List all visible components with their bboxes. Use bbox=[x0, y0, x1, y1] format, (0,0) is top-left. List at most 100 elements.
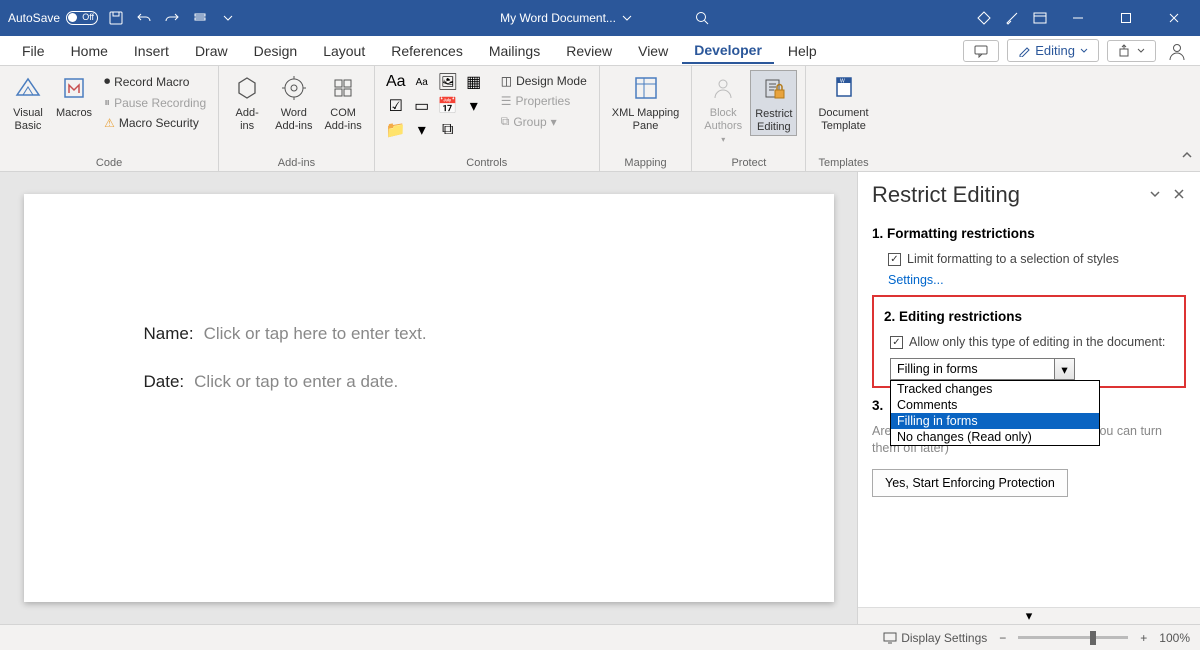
window-icon[interactable] bbox=[1030, 8, 1050, 28]
save-icon[interactable] bbox=[106, 8, 126, 28]
tab-file[interactable]: File bbox=[10, 39, 57, 63]
restrict-editing-label: Restrict Editing bbox=[755, 108, 792, 133]
combo-option-tracked[interactable]: Tracked changes bbox=[891, 381, 1099, 397]
tab-view[interactable]: View bbox=[626, 39, 680, 63]
section-1-title: 1. Formatting restrictions bbox=[872, 226, 1186, 241]
tab-mailings[interactable]: Mailings bbox=[477, 39, 552, 63]
person-icon bbox=[1166, 40, 1188, 62]
design-mode-label: Design Mode bbox=[516, 74, 587, 88]
chevron-down-icon bbox=[622, 13, 632, 23]
close-button[interactable] bbox=[1154, 0, 1194, 36]
combo-option-filling[interactable]: Filling in forms bbox=[891, 413, 1099, 429]
restrict-editing-button[interactable]: Restrict Editing bbox=[750, 70, 797, 136]
block-authors-icon bbox=[707, 72, 739, 104]
autosave-toggle[interactable]: AutoSave bbox=[8, 11, 98, 25]
work-area: Name: Click or tap here to enter text. D… bbox=[0, 172, 1200, 624]
macros-button[interactable]: Macros bbox=[52, 70, 96, 122]
blank-icon bbox=[461, 118, 487, 142]
word-addins-button[interactable]: Word Add-ins bbox=[271, 70, 316, 134]
redo-icon[interactable] bbox=[162, 8, 182, 28]
name-placeholder[interactable]: Click or tap here to enter text. bbox=[204, 324, 427, 344]
group-addins-label: Add-ins bbox=[227, 155, 366, 169]
name-label: Name: bbox=[144, 324, 194, 344]
combo-option-comments[interactable]: Comments bbox=[891, 397, 1099, 413]
record-macro-button[interactable]: ⏺Record Macro bbox=[100, 72, 210, 91]
comments-button[interactable] bbox=[963, 40, 999, 62]
combo-option-nochanges[interactable]: No changes (Read only) bbox=[891, 429, 1099, 445]
date-picker-control-icon[interactable]: 📅 bbox=[435, 94, 461, 118]
zoom-slider[interactable] bbox=[1018, 636, 1128, 639]
display-settings-button[interactable]: Display Settings bbox=[883, 631, 987, 645]
share-button[interactable] bbox=[1107, 40, 1156, 62]
design-mode-icon: ◫ bbox=[501, 74, 512, 88]
chevron-down-icon bbox=[1137, 47, 1145, 55]
pencil-icon bbox=[1018, 45, 1030, 57]
chevron-down-icon: ▾ bbox=[551, 115, 557, 129]
settings-link[interactable]: Settings... bbox=[872, 269, 1186, 291]
display-icon bbox=[883, 631, 897, 645]
legacy-tools-icon[interactable]: 📁 bbox=[383, 118, 409, 142]
tab-help[interactable]: Help bbox=[776, 39, 829, 63]
picture-control-icon[interactable]: 🖼 bbox=[435, 70, 461, 94]
block-authors-button[interactable]: Block Authors▾ bbox=[700, 70, 746, 146]
visual-basic-button[interactable]: Visual Basic bbox=[8, 70, 48, 134]
date-placeholder[interactable]: Click or tap to enter a date. bbox=[194, 372, 398, 392]
qat-overflow-icon[interactable] bbox=[190, 8, 210, 28]
undo-icon[interactable] bbox=[134, 8, 154, 28]
building-block-control-icon[interactable]: ▦ bbox=[461, 70, 487, 94]
brush-icon[interactable] bbox=[1002, 8, 1022, 28]
plain-text-control-icon[interactable]: Aa bbox=[409, 70, 435, 94]
editing-mode-button[interactable]: Editing bbox=[1007, 39, 1099, 62]
tab-layout[interactable]: Layout bbox=[311, 39, 377, 63]
autosave-label: AutoSave bbox=[8, 11, 60, 25]
group-control-label: Group bbox=[513, 115, 546, 129]
tab-home[interactable]: Home bbox=[59, 39, 120, 63]
panel-scroll[interactable]: ▾ bbox=[858, 607, 1200, 624]
more-controls-icon[interactable]: ▾ bbox=[461, 94, 487, 118]
editing-type-combo[interactable]: Filling in forms ▾ Tracked changes Comme… bbox=[890, 358, 1075, 380]
tab-insert[interactable]: Insert bbox=[122, 39, 181, 63]
tab-developer[interactable]: Developer bbox=[682, 38, 774, 64]
tab-review[interactable]: Review bbox=[554, 39, 624, 63]
tab-references[interactable]: References bbox=[379, 39, 475, 63]
checkbox-control-icon[interactable]: ☑ bbox=[383, 94, 409, 118]
diamond-icon[interactable] bbox=[974, 8, 994, 28]
addins-button[interactable]: Add- ins bbox=[227, 70, 267, 134]
limit-formatting-checkbox[interactable]: ✓ bbox=[888, 253, 901, 266]
enforce-protection-button[interactable]: Yes, Start Enforcing Protection bbox=[872, 469, 1068, 497]
group-mapping: XML Mapping Pane Mapping bbox=[600, 66, 692, 171]
chevron-down-icon: ▾ bbox=[1054, 359, 1074, 379]
combobox-control-icon[interactable]: ▭ bbox=[409, 94, 435, 118]
maximize-button[interactable] bbox=[1106, 0, 1146, 36]
xml-mapping-button[interactable]: XML Mapping Pane bbox=[608, 70, 683, 134]
repeating-section-icon[interactable]: ⧉ bbox=[435, 118, 461, 142]
tab-draw[interactable]: Draw bbox=[183, 39, 240, 63]
account-button[interactable] bbox=[1164, 38, 1190, 64]
zoom-in-button[interactable]: + bbox=[1140, 631, 1147, 645]
zoom-level[interactable]: 100% bbox=[1159, 631, 1190, 645]
group-protect: Block Authors▾ Restrict Editing Protect bbox=[692, 66, 806, 171]
dropdown-control-icon[interactable]: ▾ bbox=[409, 118, 435, 142]
design-mode-button[interactable]: ◫ Design Mode bbox=[497, 72, 591, 90]
panel-options-button[interactable] bbox=[1148, 187, 1162, 204]
search-icon[interactable] bbox=[692, 8, 712, 28]
qat-dropdown-icon[interactable] bbox=[218, 8, 238, 28]
group-code-label: Code bbox=[8, 155, 210, 169]
rich-text-control-icon[interactable]: Aa bbox=[383, 70, 409, 94]
document-title[interactable]: My Word Document... bbox=[500, 11, 632, 25]
document-pane[interactable]: Name: Click or tap here to enter text. D… bbox=[0, 172, 857, 624]
group-button: ⧉Group ▾ bbox=[497, 112, 591, 131]
minimize-button[interactable] bbox=[1058, 0, 1098, 36]
allow-only-checkbox[interactable]: ✓ bbox=[890, 336, 903, 349]
panel-close-button[interactable] bbox=[1172, 187, 1186, 204]
chevron-down-icon bbox=[1080, 47, 1088, 55]
collapse-ribbon-button[interactable] bbox=[1180, 148, 1194, 167]
record-macro-label: Record Macro bbox=[114, 75, 189, 89]
tab-design[interactable]: Design bbox=[242, 39, 310, 63]
macro-security-button[interactable]: ⚠Macro Security bbox=[100, 114, 210, 132]
zoom-out-button[interactable]: − bbox=[999, 631, 1006, 645]
document-template-button[interactable]: WDocument Template bbox=[814, 70, 872, 134]
status-bar: Display Settings − + 100% bbox=[0, 624, 1200, 650]
title-bar: AutoSave My Word Document... bbox=[0, 0, 1200, 36]
com-addins-button[interactable]: COM Add-ins bbox=[320, 70, 365, 134]
